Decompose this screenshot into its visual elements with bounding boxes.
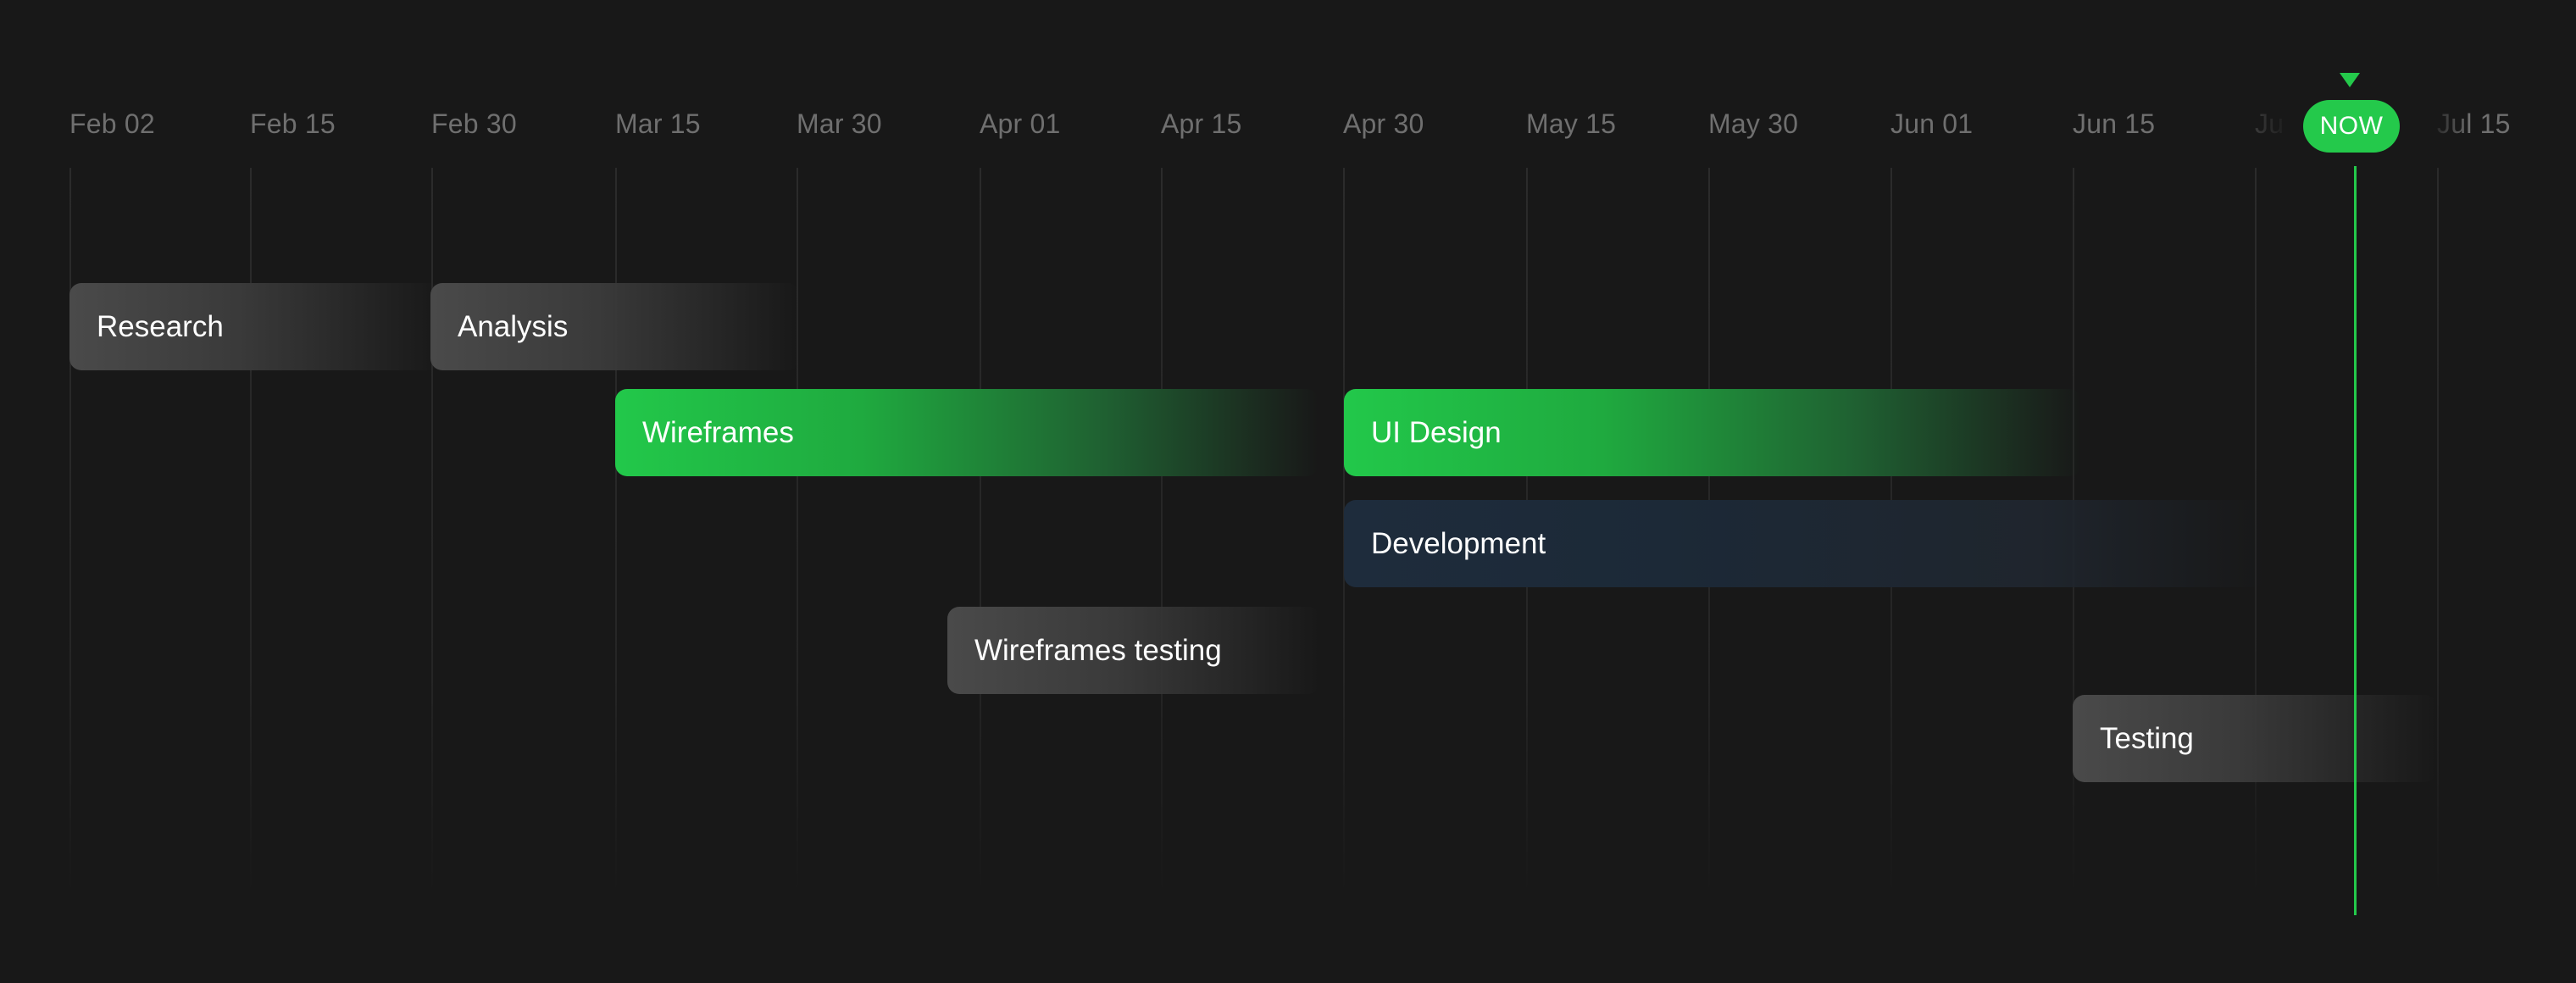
date-label: May 15 — [1526, 108, 1617, 139]
gridline — [797, 168, 798, 897]
task-label: Development — [1371, 526, 1546, 560]
task-label: UI Design — [1371, 415, 1502, 449]
gridline — [980, 168, 981, 897]
date-label: Mar 15 — [615, 108, 701, 139]
task-label: Wireframes testing — [974, 633, 1222, 667]
gridline — [250, 168, 252, 897]
gantt-timeline: Feb 02 Feb 15 Feb 30 Mar 15 Mar 30 Apr 0… — [0, 0, 2576, 983]
task-bar-ui-design[interactable]: UI Design — [1344, 389, 2081, 476]
task-bar-analysis[interactable]: Analysis — [430, 283, 800, 370]
date-label: Feb 30 — [431, 108, 517, 139]
task-bar-research[interactable]: Research — [69, 283, 442, 370]
date-label: Mar 30 — [797, 108, 882, 139]
task-label: Wireframes — [642, 415, 794, 449]
gridline — [615, 168, 617, 897]
now-line — [2354, 166, 2357, 915]
task-bar-testing[interactable]: Testing — [2073, 695, 2437, 782]
date-label: Jun 01 — [1890, 108, 1974, 139]
now-marker[interactable]: NOW — [2303, 100, 2400, 153]
date-label: Feb 02 — [69, 108, 155, 139]
gridline — [431, 168, 433, 897]
date-label: Apr 15 — [1161, 108, 1242, 139]
task-label: Research — [97, 309, 224, 343]
gridline — [1161, 168, 1163, 897]
gridline — [69, 168, 71, 897]
date-label: Feb 15 — [250, 108, 336, 139]
gridline — [2437, 168, 2439, 897]
task-bar-wireframes-testing[interactable]: Wireframes testing — [947, 607, 1320, 694]
task-label: Analysis — [458, 309, 569, 343]
date-label: Apr 01 — [980, 108, 1061, 139]
task-bar-wireframes[interactable]: Wireframes — [615, 389, 1319, 476]
date-label: Apr 30 — [1343, 108, 1424, 139]
task-bar-development[interactable]: Development — [1344, 500, 2268, 587]
now-label: NOW — [2319, 112, 2384, 140]
date-label: May 30 — [1708, 108, 1799, 139]
now-arrow-icon — [2340, 73, 2360, 87]
task-label: Testing — [2100, 721, 2194, 755]
date-label: Jun 15 — [2073, 108, 2156, 139]
